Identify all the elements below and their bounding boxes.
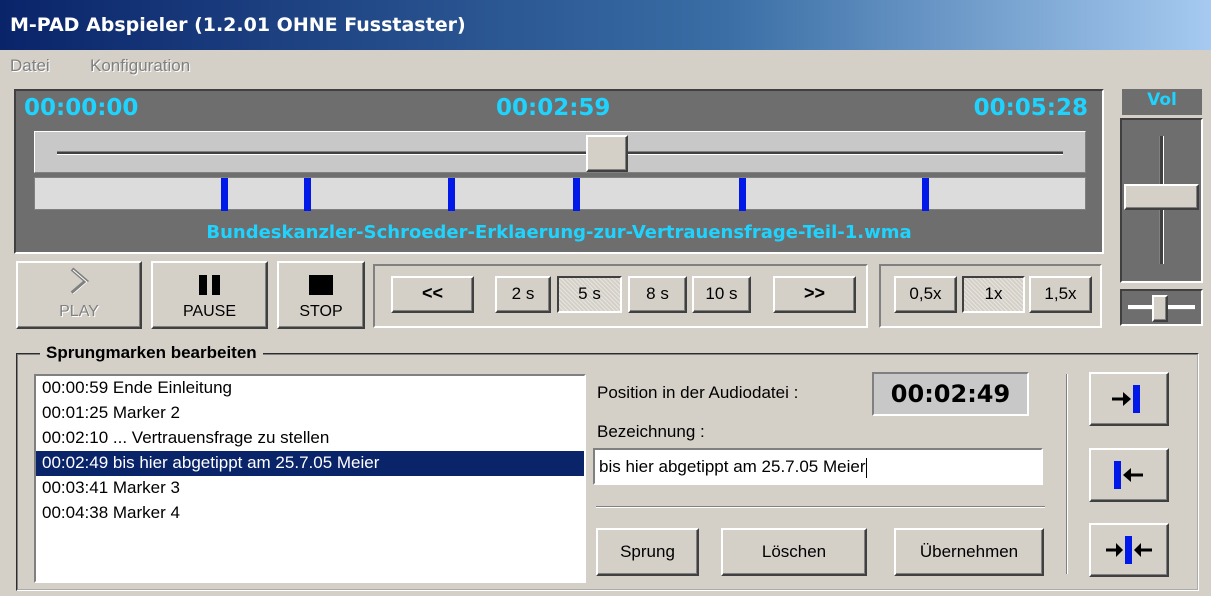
marker-tick[interactable] xyxy=(304,178,311,211)
slider-groove xyxy=(57,151,1063,155)
volume-label: Vol xyxy=(1122,89,1202,115)
set-marker-right-icon xyxy=(1112,385,1140,413)
list-item[interactable]: 00:04:38 Marker 4 xyxy=(36,501,584,526)
skip-back-button[interactable]: << xyxy=(391,276,474,313)
list-item[interactable]: 00:01:25 Marker 2 xyxy=(36,401,584,426)
time-end: 00:05:28 xyxy=(973,95,1088,121)
speed-0-5x-button[interactable]: 0,5x xyxy=(894,276,957,313)
app-window: M-PAD Abspieler (1.2.01 OHNE Fusstaster)… xyxy=(0,0,1211,596)
play-button[interactable]: PLAY xyxy=(16,261,142,329)
menu-konfiguration[interactable]: Konfiguration xyxy=(90,56,190,76)
time-current: 00:02:59 xyxy=(496,95,611,121)
skip-forward-button[interactable]: >> xyxy=(773,276,856,313)
stop-button[interactable]: STOP xyxy=(277,261,365,329)
marker-tick[interactable] xyxy=(573,178,580,211)
marker-center-button[interactable] xyxy=(1089,523,1169,577)
text-cursor xyxy=(865,457,867,478)
marker-strip[interactable] xyxy=(34,177,1086,211)
interval-2s-button[interactable]: 2 s xyxy=(495,276,551,313)
markers-legend: Sprungmarken bearbeiten xyxy=(40,343,263,363)
volume-thumb[interactable] xyxy=(1124,184,1199,210)
vertical-separator xyxy=(1066,374,1068,574)
stop-label: STOP xyxy=(299,303,343,320)
balance-thumb[interactable] xyxy=(1152,295,1168,322)
marker-center-icon xyxy=(1106,536,1152,564)
pause-label: PAUSE xyxy=(182,303,237,320)
name-label: Bezeichnung : xyxy=(597,422,705,441)
set-marker-left-button[interactable] xyxy=(1089,448,1169,502)
position-slider-thumb[interactable] xyxy=(586,135,628,172)
title-bar[interactable]: M-PAD Abspieler (1.2.01 OHNE Fusstaster) xyxy=(0,0,1211,50)
markers-list-items: 00:00:59 Ende Einleitung 00:01:25 Marker … xyxy=(36,376,584,526)
position-value: 00:02:49 xyxy=(872,372,1029,416)
list-item[interactable]: 00:02:49 bis hier abgetippt am 25.7.05 M… xyxy=(36,451,584,476)
interval-10s-button[interactable]: 10 s xyxy=(692,276,751,313)
stop-icon xyxy=(309,275,333,295)
marker-name-field[interactable]: bis hier abgetippt am 25.7.05 Meier xyxy=(593,448,1043,485)
markers-list[interactable]: 00:00:59 Ende Einleitung 00:01:25 Marker … xyxy=(34,374,586,583)
balance-slider[interactable] xyxy=(1120,289,1203,326)
list-item[interactable]: 00:03:41 Marker 3 xyxy=(36,476,584,501)
delete-button[interactable]: Löschen xyxy=(721,528,867,576)
jump-button[interactable]: Sprung xyxy=(596,528,699,576)
menu-datei[interactable]: Datei xyxy=(10,56,50,76)
interval-5s-button[interactable]: 5 s xyxy=(557,276,622,313)
play-label: PLAY xyxy=(59,303,99,320)
volume-slider[interactable] xyxy=(1120,118,1203,283)
position-label: Position in der Audiodatei : xyxy=(597,383,799,402)
marker-name-value: bis hier abgetippt am 25.7.05 Meier xyxy=(599,457,866,476)
list-item[interactable]: 00:02:10 ... Vertrauensfrage zu stellen xyxy=(36,426,584,451)
chevron-right-icon xyxy=(70,267,90,295)
set-marker-left-icon xyxy=(1114,461,1143,489)
marker-tick[interactable] xyxy=(739,178,746,211)
marker-tick[interactable] xyxy=(448,178,455,211)
separator xyxy=(596,506,1045,508)
player-display: 00:00:00 00:02:59 00:05:28 Bundeskanzler… xyxy=(14,89,1104,254)
list-item[interactable]: 00:00:59 Ende Einleitung xyxy=(36,376,584,401)
pause-button[interactable]: PAUSE xyxy=(151,261,268,329)
window-title: M-PAD Abspieler (1.2.01 OHNE Fusstaster) xyxy=(10,14,466,36)
speed-1-5x-button[interactable]: 1,5x xyxy=(1029,276,1092,313)
position-slider[interactable] xyxy=(34,131,1086,173)
speed-1x-button[interactable]: 1x xyxy=(962,276,1025,313)
marker-tick[interactable] xyxy=(221,178,228,211)
apply-button[interactable]: Übernehmen xyxy=(894,528,1044,576)
marker-tick[interactable] xyxy=(922,178,929,211)
set-marker-right-button[interactable] xyxy=(1089,372,1169,426)
interval-8s-button[interactable]: 8 s xyxy=(628,276,687,313)
file-name: Bundeskanzler-Schroeder-Erklaerung-zur-V… xyxy=(206,222,912,243)
pause-icon xyxy=(199,275,220,295)
time-start: 00:00:00 xyxy=(24,95,139,121)
